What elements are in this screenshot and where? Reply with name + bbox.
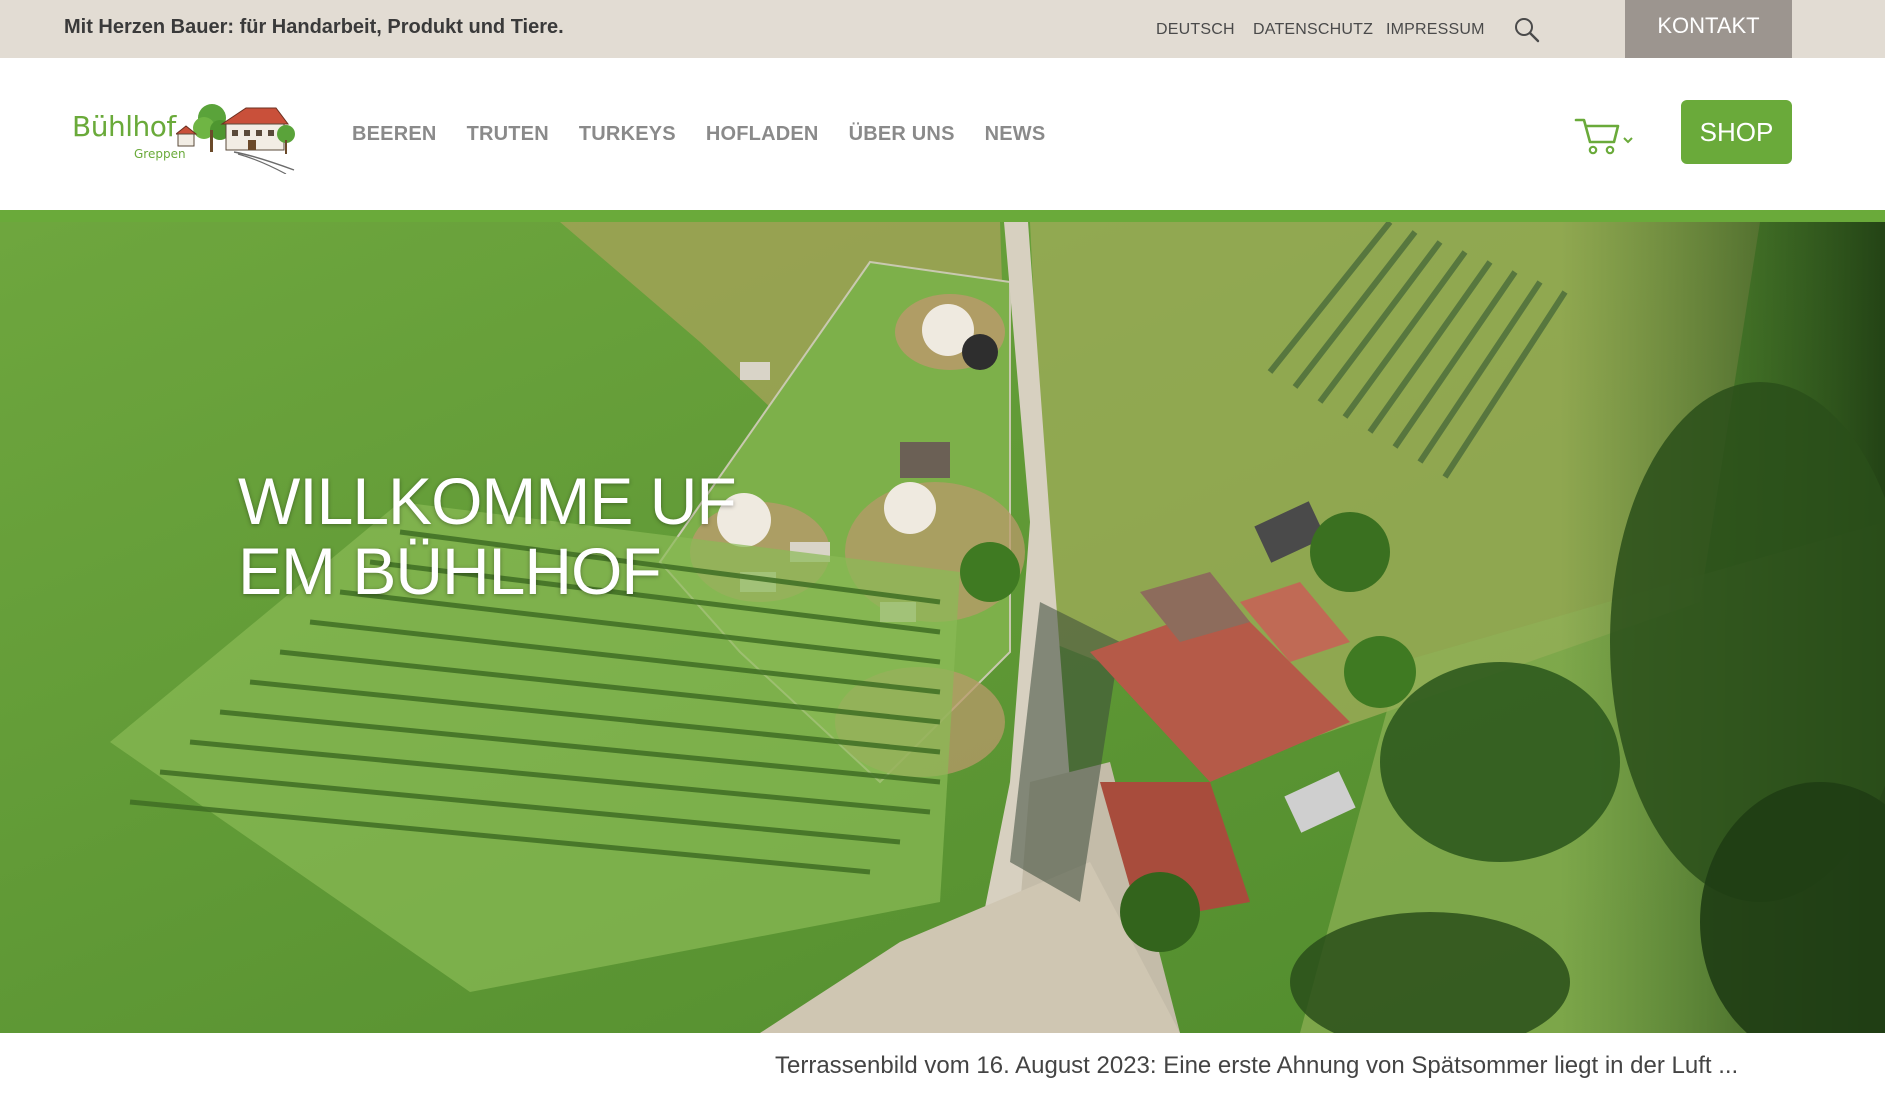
nav-item-beeren[interactable]: BEEREN — [352, 123, 437, 146]
nav-item-news[interactable]: NEWS — [985, 123, 1046, 146]
farmhouse-logo-icon — [176, 104, 295, 174]
farm-aerial-photo — [0, 222, 1885, 1033]
hero-banner: WILLKOMME UF EM BÜHLHOF — [0, 222, 1885, 1033]
top-bar: Mit Herzen Bauer: für Handarbeit, Produk… — [0, 0, 1885, 58]
nav-item-ueber-uns[interactable]: ÜBER UNS — [849, 123, 955, 146]
language-link[interactable]: DEUTSCH — [1156, 0, 1235, 60]
shopping-cart-icon[interactable] — [1574, 114, 1636, 156]
contact-button[interactable]: KONTAKT — [1625, 0, 1792, 58]
nav-item-turkeys[interactable]: TURKEYS — [579, 123, 676, 146]
main-nav: BEEREN TRUTEN TURKEYS HOFLADEN ÜBER UNS … — [352, 58, 1075, 210]
hero-title: WILLKOMME UF EM BÜHLHOF — [238, 464, 737, 608]
search-icon[interactable] — [1513, 16, 1541, 44]
nav-item-hofladen[interactable]: HOFLADEN — [706, 123, 819, 146]
nav-item-truten[interactable]: TRUTEN — [467, 123, 549, 146]
header-divider — [0, 210, 1885, 222]
chevron-down-icon — [1623, 137, 1633, 144]
tagline: Mit Herzen Bauer: für Handarbeit, Produk… — [64, 16, 564, 38]
image-caption: Terrassenbild vom 16. August 2023: Eine … — [775, 1052, 1739, 1079]
privacy-link[interactable]: DATENSCHUTZ — [1253, 0, 1373, 60]
logo-name: Bühlhof — [72, 110, 176, 143]
shop-button[interactable]: SHOP — [1681, 100, 1792, 164]
site-logo[interactable]: Bühlhof Greppen — [72, 94, 298, 174]
imprint-link[interactable]: IMPRESSUM — [1386, 0, 1485, 60]
main-header: Bühlhof Greppen BEEREN TRUTEN TURKEYS HO… — [0, 58, 1885, 210]
